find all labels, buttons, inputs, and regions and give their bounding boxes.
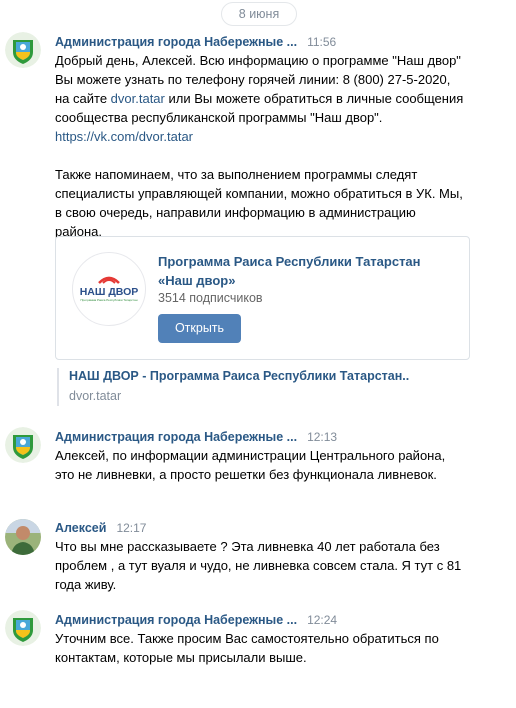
message-header: Администрация города Набережные ... 12:13 — [55, 429, 337, 445]
svg-text:Программа Раиса Республики Тат: Программа Раиса Республики Татарстан — [81, 298, 138, 302]
open-group-button[interactable]: Открыть — [158, 314, 241, 343]
message-header: Администрация города Набережные ... 12:24 — [55, 612, 337, 628]
author-name[interactable]: Алексей — [55, 521, 106, 535]
avatar[interactable] — [5, 32, 41, 68]
author-name[interactable]: Администрация города Набережные ... — [55, 613, 297, 627]
message-text: Добрый день, Алексей. Всю информацию о п… — [55, 53, 464, 239]
message-time[interactable]: 12:24 — [307, 613, 337, 627]
link-preview-title[interactable]: НАШ ДВОР - Программа Раиса Республики Та… — [69, 368, 449, 384]
avatar[interactable] — [5, 427, 41, 463]
message-time[interactable]: 11:56 — [307, 35, 336, 49]
svg-text:НАШ ДВОР: НАШ ДВОР — [80, 286, 139, 298]
nash-dvor-logo-icon: НАШ ДВОР Программа Раиса Республики Тата… — [80, 276, 139, 302]
message-header: Администрация города Набережные ... 11:56 — [55, 34, 336, 50]
message: Алексей 12:17 Что вы мне рассказываете ? … — [0, 519, 516, 600]
message-time[interactable]: 12:13 — [307, 430, 337, 444]
date-separator: 8 июня — [221, 2, 297, 26]
group-card[interactable]: НАШ ДВОР Программа Раиса Республики Тата… — [55, 236, 470, 360]
user-photo-icon — [5, 519, 41, 555]
message: Администрация города Набережные ... 12:13… — [0, 427, 516, 509]
message-text: Алексей, по информации администрации Цен… — [55, 448, 446, 482]
group-logo[interactable]: НАШ ДВОР Программа Раиса Республики Тата… — [72, 252, 146, 326]
subscriber-count: 3514 подписчиков — [158, 291, 263, 305]
coat-of-arms-icon — [5, 427, 41, 463]
link-preview[interactable]: НАШ ДВОР - Программа Раиса Республики Та… — [57, 368, 449, 406]
message-text: Уточним все. Также просим Вас самостояте… — [55, 631, 439, 665]
message: Администрация города Набережные ... 12:24… — [0, 610, 516, 672]
vk-link[interactable]: https://vk.com/dvor.tatar — [55, 129, 193, 144]
coat-of-arms-icon — [5, 610, 41, 646]
site-link[interactable]: dvor.tatar — [111, 91, 165, 106]
message-text: Что вы мне рассказываете ? Эта ливневка … — [55, 539, 462, 592]
coat-of-arms-icon — [5, 32, 41, 68]
message-time[interactable]: 12:17 — [116, 521, 146, 535]
author-name[interactable]: Администрация города Набережные ... — [55, 35, 297, 49]
group-title[interactable]: Программа Раиса Республики Татарстан «На… — [158, 252, 458, 290]
message-header: Алексей 12:17 — [55, 520, 146, 536]
link-preview-site: dvor.tatar — [69, 389, 122, 403]
avatar[interactable] — [5, 519, 41, 555]
author-name[interactable]: Администрация города Набережные ... — [55, 430, 297, 444]
avatar[interactable] — [5, 610, 41, 646]
